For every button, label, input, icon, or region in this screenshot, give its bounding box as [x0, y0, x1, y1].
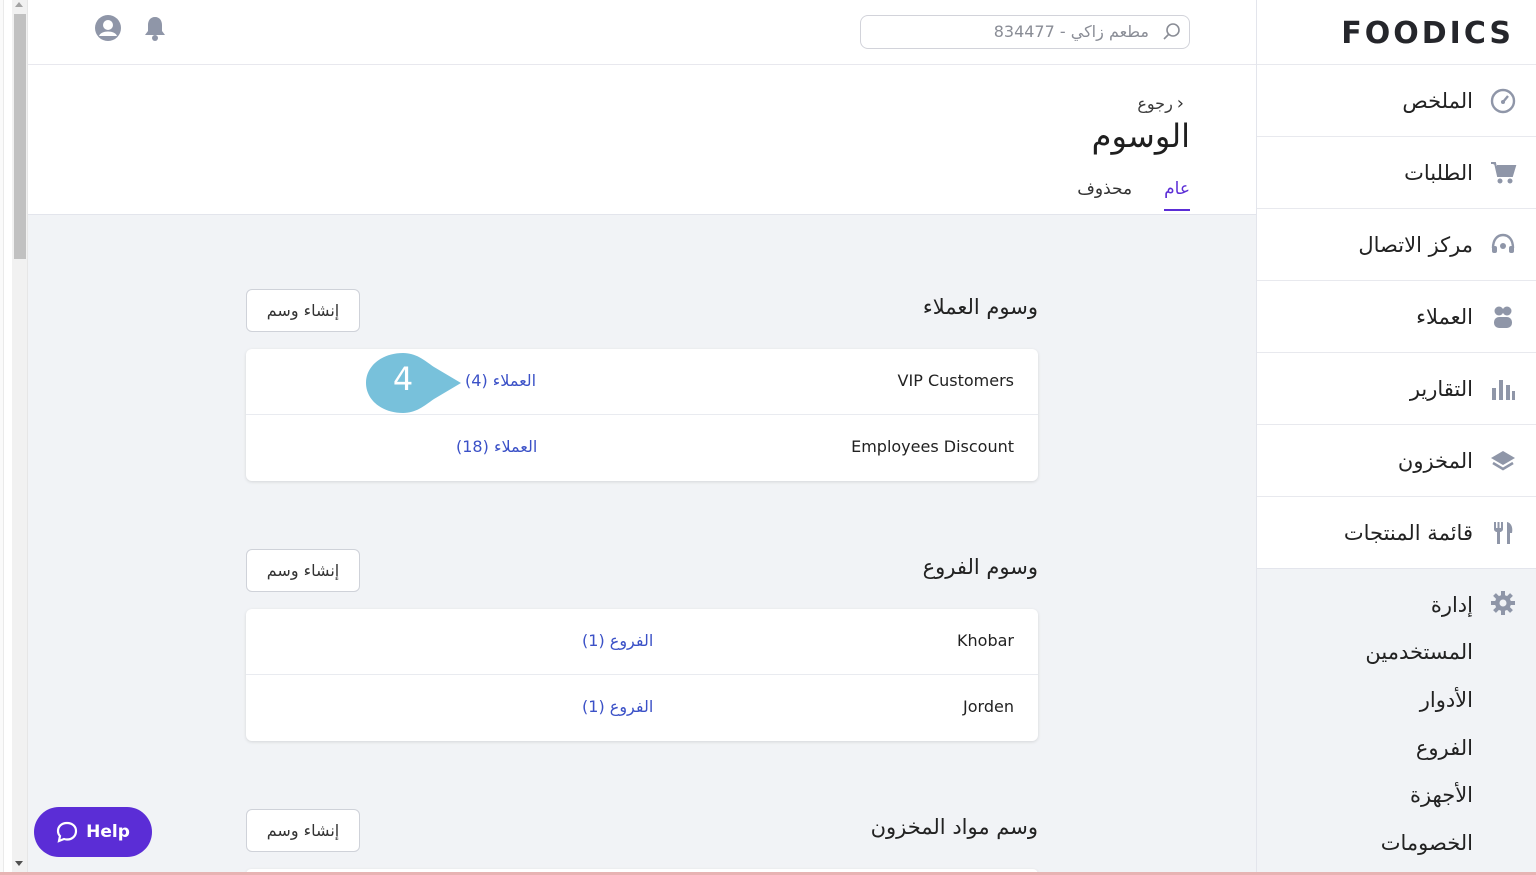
chevron-left-icon: ‹	[1176, 93, 1184, 114]
tag-customers-link[interactable]: العملاء (18)	[456, 437, 537, 456]
chat-bubble-icon	[57, 821, 78, 843]
page-scrollbar[interactable]	[0, 0, 28, 875]
scrollbar-edge	[0, 0, 4, 875]
tag-name: Employees Discount	[851, 437, 1014, 456]
layers-icon	[1489, 447, 1517, 475]
cart-icon	[1489, 159, 1517, 187]
tag-customers-link[interactable]: العملاء (4)	[465, 371, 536, 390]
sidebar-item-label: العملاء	[1416, 304, 1473, 329]
table-row[interactable]: Employees Discount العملاء (18)	[246, 415, 1038, 481]
customer-tags-card: VIP Customers العملاء (4) Employees Disc…	[246, 349, 1038, 481]
help-label: Help	[86, 822, 130, 842]
sidebar-item-label: الطلبات	[1404, 160, 1473, 185]
customer-tags-title: وسوم العملاء	[922, 295, 1038, 319]
sidebar-subitem-users[interactable]: المستخدمين	[1365, 640, 1473, 664]
sidebar-item-admin[interactable]: إدارة	[1431, 589, 1517, 621]
back-link[interactable]: ‹ رجوع	[1137, 93, 1184, 114]
fork-knife-icon	[1489, 519, 1517, 547]
app-window: مطعم زاكي - 834477 ‹ رجوع الوسوم عام محذ…	[0, 0, 1536, 875]
tag-name: Khobar	[957, 631, 1014, 650]
search-input[interactable]: مطعم زاكي - 834477	[860, 15, 1190, 49]
sidebar-subitem-discounts[interactable]: الخصومات	[1381, 831, 1473, 855]
inventory-tags-title: وسم مواد المخزون	[870, 815, 1038, 839]
sidebar-item-label: قائمة المنتجات	[1343, 520, 1473, 545]
create-customer-tag-button[interactable]: إنشاء وسم	[246, 289, 360, 332]
sidebar-item-orders[interactable]: الطلبات	[1257, 136, 1536, 208]
sidebar-item-label: التقارير	[1409, 376, 1473, 401]
sidebar-subitem-branches[interactable]: الفروع	[1416, 736, 1473, 760]
dashboard-gauge-icon	[1489, 87, 1517, 115]
tab-general[interactable]: عام	[1164, 179, 1190, 211]
headset-icon	[1489, 231, 1517, 259]
branch-tags-card: Khobar الفروع (1) Jorden الفروع (1)	[246, 609, 1038, 741]
sidebar-item-reports[interactable]: التقارير	[1257, 352, 1536, 424]
sidebar-item-label: الملخص	[1402, 88, 1473, 113]
scroll-up-arrow-icon[interactable]	[15, 2, 23, 7]
table-row[interactable]: VIP Customers العملاء (4)	[246, 349, 1038, 415]
back-label: رجوع	[1137, 94, 1173, 113]
customers-icon	[1489, 303, 1517, 331]
table-row[interactable]: Khobar الفروع (1)	[246, 609, 1038, 675]
create-branch-tag-button[interactable]: إنشاء وسم	[246, 549, 360, 592]
sidebar-item-label: إدارة	[1430, 593, 1473, 617]
sidebar-item-inventory[interactable]: المخزون	[1257, 424, 1536, 496]
notifications-bell-icon[interactable]	[141, 14, 169, 42]
gear-icon	[1489, 589, 1517, 621]
sidebar-item-label: مركز الاتصال	[1358, 232, 1473, 257]
scroll-down-arrow-icon[interactable]	[15, 861, 23, 866]
page-header: ‹ رجوع الوسوم عام محذوف	[28, 65, 1256, 215]
sidebar-admin-section: إدارة المستخدمين الأدوار الفروع الأجهزة …	[1257, 568, 1536, 875]
callout-number: 4	[392, 360, 414, 398]
scrollbar-thumb[interactable]	[14, 14, 26, 259]
main-content: وسوم العملاء إنشاء وسم VIP Customers الع…	[28, 215, 1256, 875]
sidebar: FOODICS الملخص الطلبات مركز الاتصال العم…	[1256, 0, 1536, 875]
tab-bar: عام محذوف	[1077, 179, 1190, 211]
foodics-logo[interactable]: FOODICS	[1341, 16, 1514, 51]
table-row[interactable]: Jorden الفروع (1)	[246, 675, 1038, 741]
step-callout-marker	[366, 353, 461, 413]
sidebar-subitem-devices[interactable]: الأجهزة	[1410, 783, 1473, 807]
tag-branches-link[interactable]: الفروع (1)	[582, 697, 653, 716]
sidebar-item-menu[interactable]: قائمة المنتجات	[1257, 496, 1536, 568]
branch-tags-title: وسوم الفروع	[922, 555, 1038, 579]
sidebar-subitem-roles[interactable]: الأدوار	[1420, 688, 1473, 712]
page-title: الوسوم	[1091, 117, 1190, 155]
bar-chart-icon	[1489, 375, 1517, 403]
help-button[interactable]: Help	[34, 807, 152, 857]
sidebar-item-dashboard[interactable]: الملخص	[1257, 64, 1536, 136]
tab-deleted[interactable]: محذوف	[1077, 179, 1132, 211]
user-avatar-icon[interactable]	[94, 14, 122, 42]
top-header: مطعم زاكي - 834477	[28, 0, 1256, 65]
tag-name: Jorden	[963, 697, 1014, 716]
sidebar-item-customers[interactable]: العملاء	[1257, 280, 1536, 352]
sidebar-item-call-center[interactable]: مركز الاتصال	[1257, 208, 1536, 280]
tag-name: VIP Customers	[897, 371, 1014, 390]
search-icon	[1163, 23, 1180, 40]
sidebar-item-label: المخزون	[1397, 448, 1473, 473]
tag-branches-link[interactable]: الفروع (1)	[582, 631, 653, 650]
create-inventory-tag-button[interactable]: إنشاء وسم	[246, 809, 360, 852]
